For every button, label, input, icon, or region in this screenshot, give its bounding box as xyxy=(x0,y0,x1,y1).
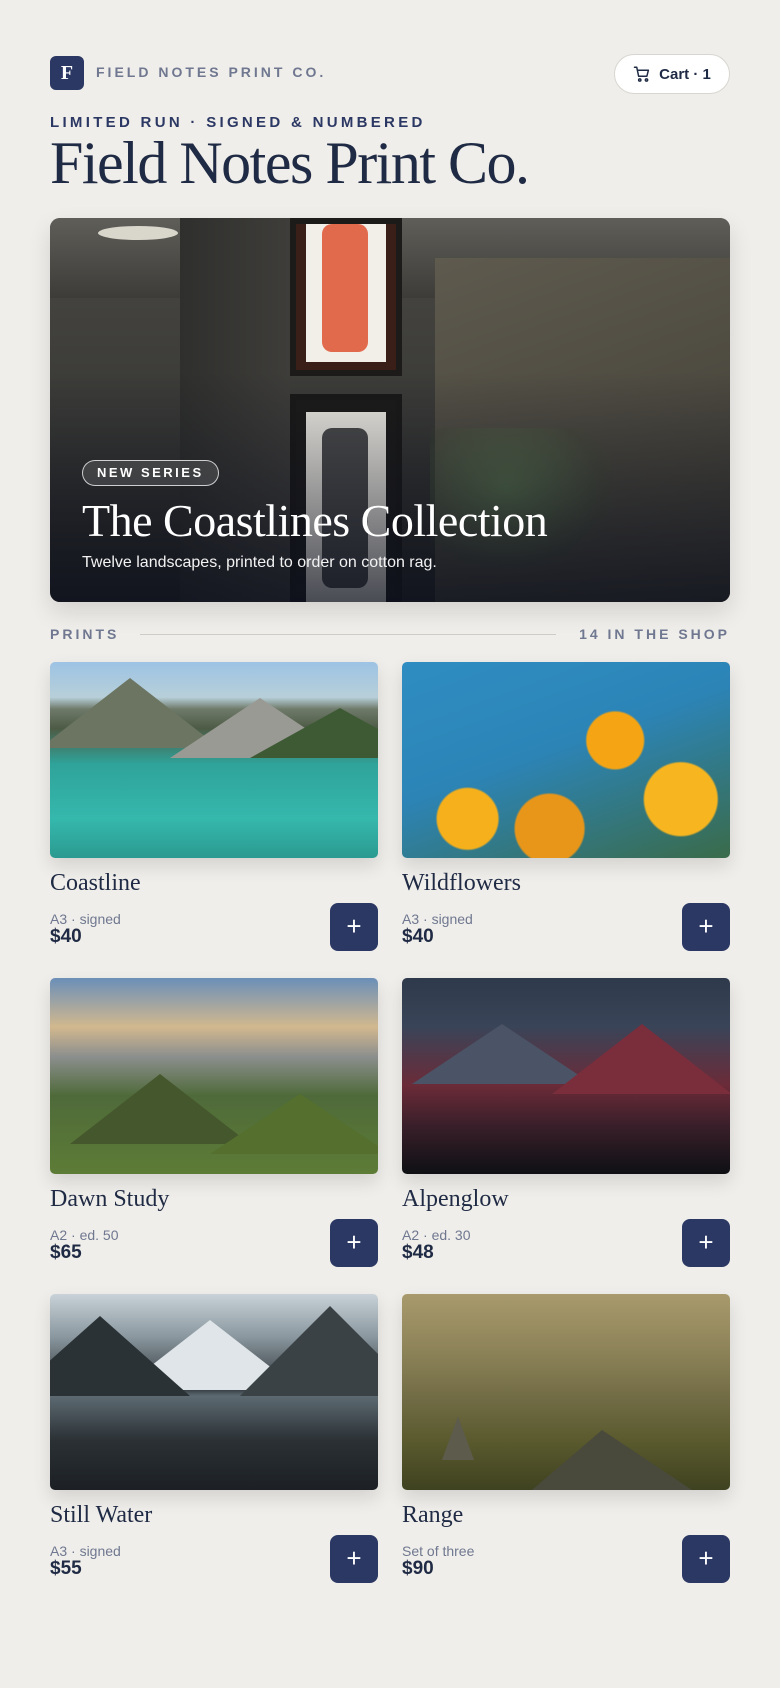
product-meta: A3 · signed xyxy=(50,1543,121,1559)
feature-banner[interactable]: NEW SERIES The Coastlines Collection Twe… xyxy=(50,218,730,602)
product-meta: A3 · signed xyxy=(50,911,121,927)
add-to-cart-button[interactable]: + xyxy=(330,1219,378,1267)
product-name: Coastline xyxy=(50,870,141,896)
eyebrow: LIMITED RUN · SIGNED & NUMBERED xyxy=(50,114,426,131)
product-photo[interactable] xyxy=(402,662,730,858)
product-card[interactable]: Still Water A3 · signed $55 + xyxy=(50,1294,378,1584)
product-photo[interactable] xyxy=(50,978,378,1174)
logo[interactable]: F xyxy=(50,56,84,90)
product-name: Wildflowers xyxy=(402,870,522,896)
product-card[interactable]: Dawn Study A2 · ed. 50 $65 + xyxy=(50,978,378,1268)
cart-icon xyxy=(633,66,650,82)
page-title: Field Notes Print Co. xyxy=(50,130,530,196)
new-series-badge: NEW SERIES xyxy=(82,460,219,486)
product-card[interactable]: Alpenglow A2 · ed. 30 $48 + xyxy=(402,978,730,1268)
brand-name: FIELD NOTES PRINT CO. xyxy=(96,64,327,80)
section-label: PRINTS xyxy=(50,626,120,642)
product-name: Dawn Study xyxy=(50,1186,170,1212)
product-meta: A3 · signed xyxy=(402,911,473,927)
product-name: Still Water xyxy=(50,1502,153,1528)
product-photo[interactable] xyxy=(402,978,730,1174)
product-photo[interactable] xyxy=(402,1294,730,1490)
cart-label: Cart · 1 xyxy=(659,65,711,83)
product-price: $40 xyxy=(402,926,434,947)
cart-button[interactable]: Cart · 1 xyxy=(614,54,730,94)
product-name: Range xyxy=(402,1502,464,1528)
product-price: $40 xyxy=(50,926,82,947)
add-to-cart-button[interactable]: + xyxy=(330,903,378,951)
product-card[interactable]: Wildflowers A3 · signed $40 + xyxy=(402,662,730,952)
add-to-cart-button[interactable]: + xyxy=(682,1535,730,1583)
product-meta: A2 · ed. 30 xyxy=(402,1227,471,1243)
product-price: $65 xyxy=(50,1242,82,1263)
product-name: Alpenglow xyxy=(402,1186,509,1212)
add-to-cart-button[interactable]: + xyxy=(330,1535,378,1583)
product-meta: Set of three xyxy=(402,1543,475,1559)
add-to-cart-button[interactable]: + xyxy=(682,1219,730,1267)
section-count: 14 IN THE SHOP xyxy=(579,626,730,642)
section-divider xyxy=(140,634,556,635)
feature-subtitle: Twelve landscapes, printed to order on c… xyxy=(82,554,437,571)
product-price: $90 xyxy=(402,1558,434,1579)
feature-title: The Coastlines Collection xyxy=(82,495,548,546)
add-to-cart-button[interactable]: + xyxy=(682,903,730,951)
product-card[interactable]: Range Set of three $90 + xyxy=(402,1294,730,1584)
product-photo[interactable] xyxy=(50,1294,378,1490)
top-bar: F FIELD NOTES PRINT CO. Cart · 1 xyxy=(50,54,730,94)
section-header: PRINTS 14 IN THE SHOP xyxy=(50,624,730,644)
product-photo[interactable] xyxy=(50,662,378,858)
product-card[interactable]: Coastline A3 · signed $40 + xyxy=(50,662,378,952)
product-meta: A2 · ed. 50 xyxy=(50,1227,119,1243)
product-price: $48 xyxy=(402,1242,434,1263)
product-price: $55 xyxy=(50,1558,82,1579)
